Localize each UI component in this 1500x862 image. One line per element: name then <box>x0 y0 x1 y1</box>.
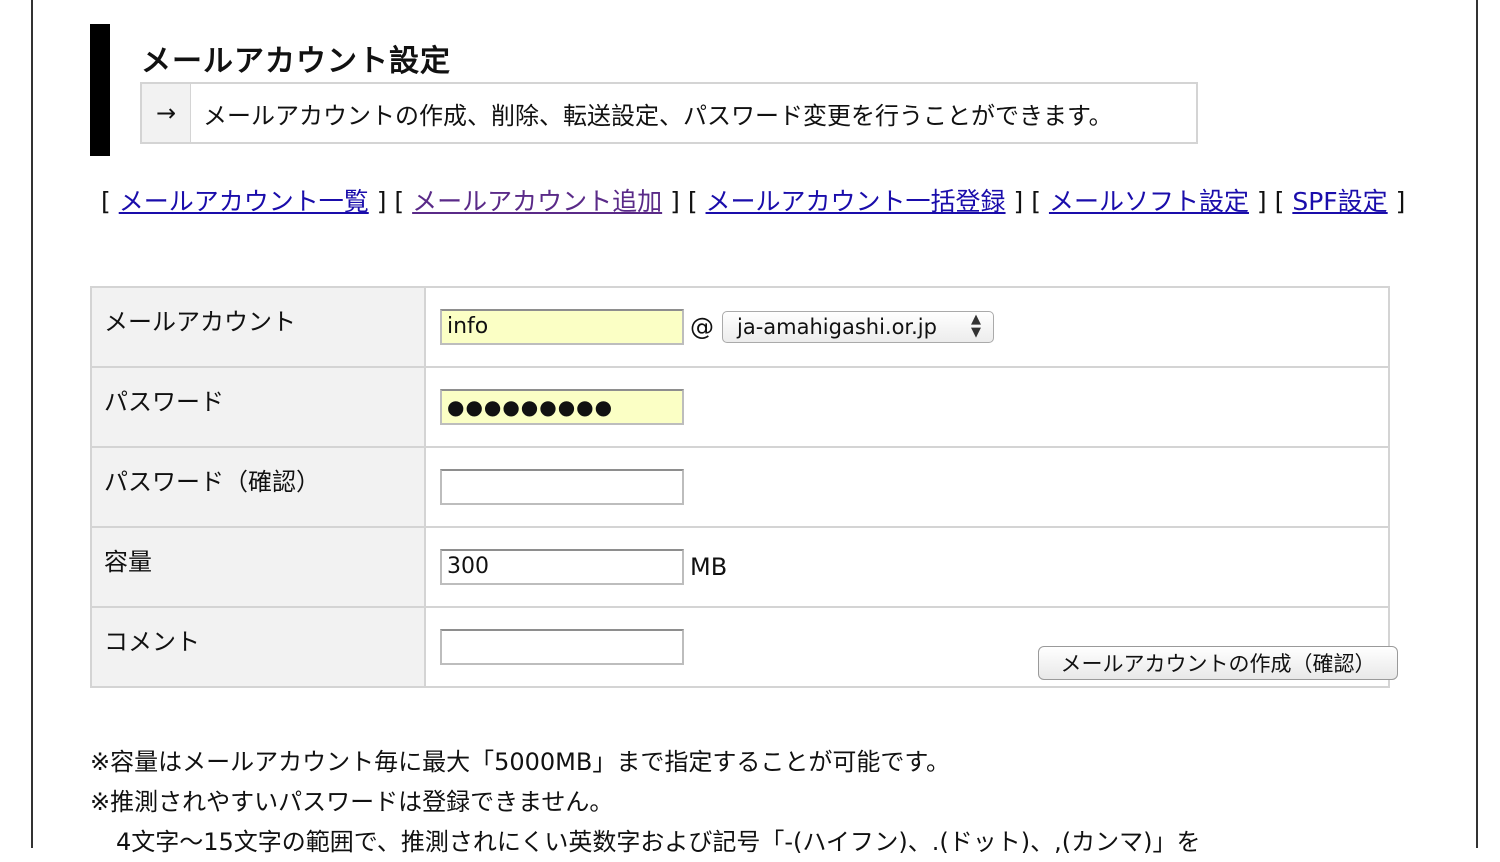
capacity-label: 容量 <box>90 526 426 608</box>
notes: ※容量はメールアカウント毎に最大「5000MB」まで指定することが可能です。 ※… <box>90 742 1200 862</box>
nav-link-bulk-register[interactable]: メールアカウント一括登録 <box>706 187 1006 216</box>
comment-input[interactable] <box>440 629 684 665</box>
nav-link-mail-software[interactable]: メールソフト設定 <box>1049 187 1249 216</box>
domain-select[interactable]: ja-amahigashi.or.jp ▲ ▼ <box>722 311 994 343</box>
account-nav: [ メールアカウント一覧 ] [ メールアカウント追加 ] [ メールアカウント… <box>101 187 1406 216</box>
account-form-table: メールアカウント info @ ja-amahigashi.or.jp ▲ ▼ パスワー… <box>90 286 1390 688</box>
form-row-password: パスワード ●●●●●●●●● <box>90 366 1390 448</box>
note-password-rule: 4文字～15文字の範囲で、推測されにくい英数字および記号「-(ハイフン)、.(ド… <box>116 828 1201 856</box>
nav-link-account-add[interactable]: メールアカウント追加 <box>412 187 662 216</box>
frame-left-border <box>31 0 33 848</box>
select-arrows-icon: ▲ ▼ <box>971 312 981 340</box>
description-box: → メールアカウントの作成、削除、転送設定、パスワード変更を行うことができます。 <box>140 82 1198 144</box>
form-row-account: メールアカウント info @ ja-amahigashi.or.jp ▲ ▼ <box>90 286 1390 368</box>
form-row-capacity: 容量 300 MB <box>90 526 1390 608</box>
arrow-icon: → <box>142 84 191 142</box>
note-password: ※推測されやすいパスワードは登録できません。 <box>90 788 614 816</box>
nav-link-spf[interactable]: SPF設定 <box>1292 187 1387 216</box>
page-title: メールアカウント設定 <box>141 44 451 79</box>
form-row-password-confirm: パスワード（確認） <box>90 446 1390 528</box>
description-text: メールアカウントの作成、削除、転送設定、パスワード変更を行うことができます。 <box>203 101 1113 130</box>
title-accent-bar <box>90 24 110 156</box>
at-sign: @ <box>690 313 714 341</box>
note-capacity: ※容量はメールアカウント毎に最大「5000MB」まで指定することが可能です。 <box>90 748 950 776</box>
password-input[interactable]: ●●●●●●●●● <box>440 389 684 425</box>
nav-link-account-list[interactable]: メールアカウント一覧 <box>119 187 369 216</box>
capacity-unit: MB <box>690 553 728 581</box>
capacity-input[interactable]: 300 <box>440 549 684 585</box>
account-label: メールアカウント <box>90 286 426 368</box>
account-name-input[interactable]: info <box>440 309 684 345</box>
password-confirm-label: パスワード（確認） <box>90 446 426 528</box>
password-confirm-input[interactable] <box>440 469 684 505</box>
domain-select-value: ja-amahigashi.or.jp <box>737 315 937 339</box>
comment-label: コメント <box>90 606 426 688</box>
create-account-confirm-button[interactable]: メールアカウントの作成（確認） <box>1038 646 1398 680</box>
password-label: パスワード <box>90 366 426 448</box>
frame-right-border <box>1476 0 1478 848</box>
